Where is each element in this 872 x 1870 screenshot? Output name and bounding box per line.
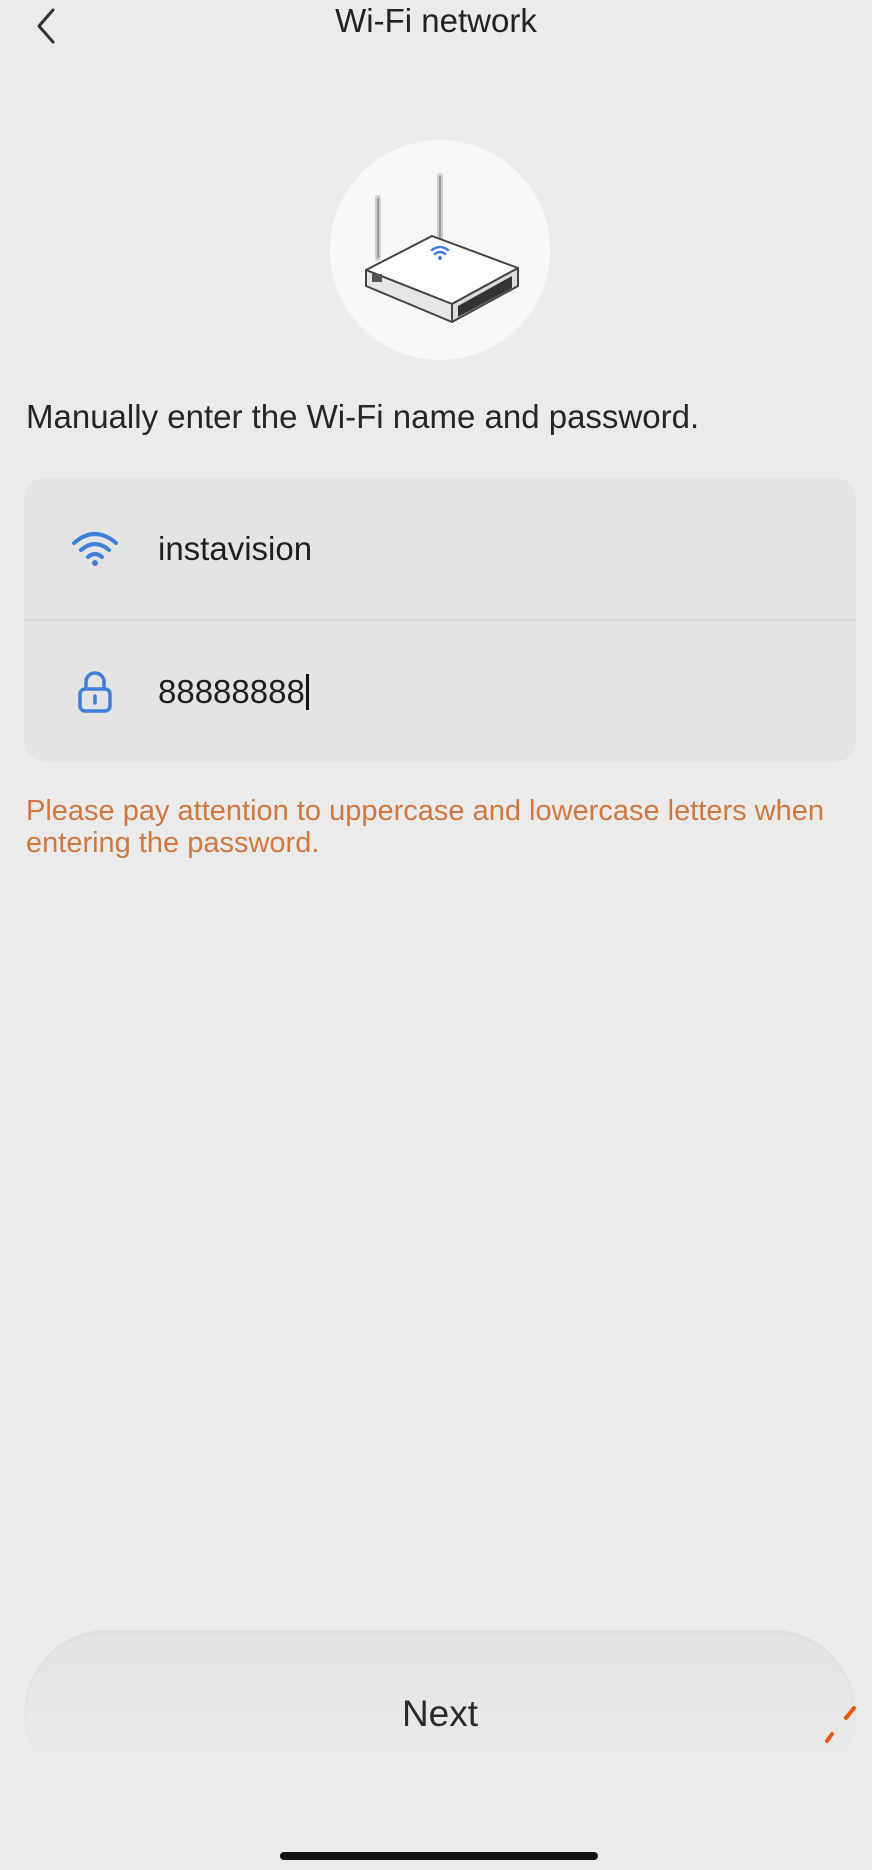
text-cursor — [305, 673, 309, 710]
password-value-wrapper: 88888888 — [158, 673, 309, 711]
wifi-name-value: instavision — [158, 529, 313, 567]
dashed-slash-mark — [825, 1706, 856, 1743]
instruction-text: Manually enter the Wi-Fi name and passwo… — [26, 398, 700, 435]
wifi-credentials-card: instavision 88888888 — [24, 478, 856, 762]
case-sensitivity-hint: Please pay attention to uppercase and lo… — [26, 795, 824, 859]
password-field[interactable]: 88888888 — [24, 621, 856, 762]
wifi-icon — [68, 522, 122, 576]
router-illustration — [330, 140, 550, 360]
page-title: Wi-Fi network — [335, 2, 537, 39]
password-value: 88888888 — [158, 672, 305, 710]
next-button[interactable]: Next — [24, 1630, 856, 1798]
home-indicator — [280, 1852, 598, 1860]
wifi-name-field[interactable]: instavision — [24, 478, 856, 619]
router-icon — [365, 173, 519, 323]
top-bar: Wi-Fi network — [0, 0, 872, 48]
lock-icon — [68, 665, 122, 719]
